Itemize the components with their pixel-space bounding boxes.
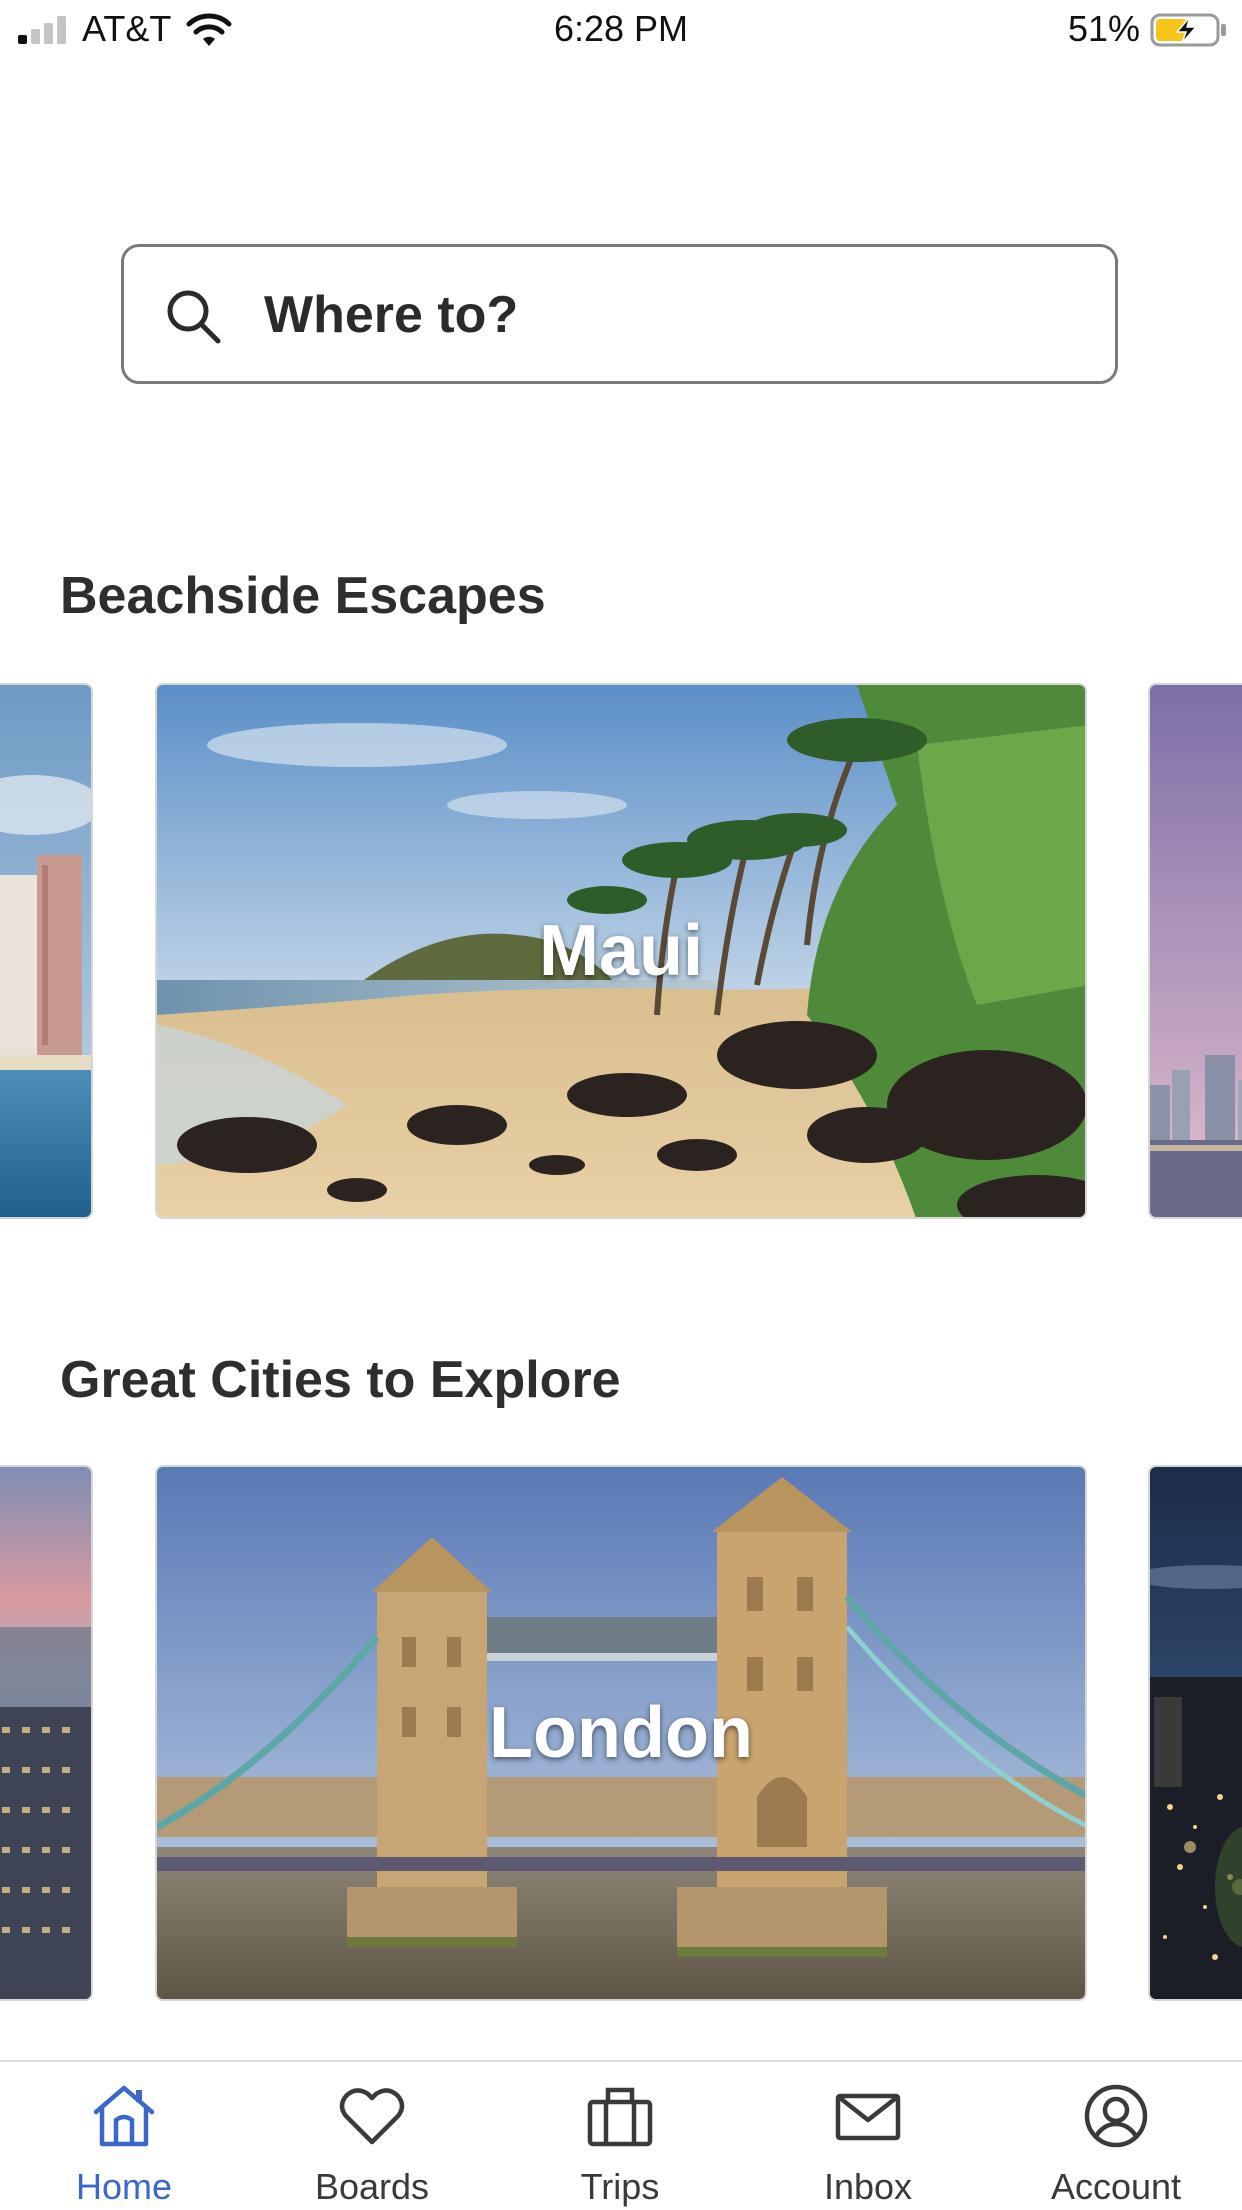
destination-card-maui[interactable]: Maui xyxy=(155,683,1087,1219)
tab-label-inbox: Inbox xyxy=(823,2166,913,2207)
battery-percentage: 51% xyxy=(1067,8,1140,49)
tab-inbox[interactable]: Inbox xyxy=(768,2080,968,2210)
search-input[interactable] xyxy=(264,277,1064,353)
skyscraper-city-image xyxy=(0,1467,91,1999)
destination-card-next[interactable] xyxy=(1148,683,1242,1219)
status-bar: AT&T 6:28 PM 51% xyxy=(0,0,1242,60)
section-title-great-cities: Great Cities to Explore xyxy=(60,1351,621,1409)
card-label-maui: Maui xyxy=(538,911,703,991)
city-dusk-image xyxy=(1150,685,1242,1217)
destination-card-previous-city[interactable] xyxy=(0,1465,93,2001)
tab-boards[interactable]: Boards xyxy=(272,2080,472,2210)
tab-label-boards: Boards xyxy=(314,2166,430,2207)
search-icon xyxy=(167,290,221,344)
battery-charging-icon xyxy=(1150,13,1226,47)
heart-icon xyxy=(339,2088,405,2145)
tab-account[interactable]: Account xyxy=(1016,2080,1216,2210)
destination-card-previous[interactable] xyxy=(0,683,93,1219)
clock: 6:28 PM xyxy=(553,8,689,49)
search-bar[interactable] xyxy=(121,244,1118,384)
tab-bar: Home Boards Trips Inbox Account xyxy=(0,2060,1242,2210)
night-city-image xyxy=(1150,1467,1242,1999)
card-label-london: London xyxy=(489,1693,753,1773)
destination-card-london[interactable]: London xyxy=(155,1465,1087,2001)
great-cities-carousel[interactable]: London xyxy=(0,1465,1242,2005)
beachside-escapes-carousel[interactable]: Maui xyxy=(0,683,1242,1223)
tab-trips[interactable]: Trips xyxy=(520,2080,720,2210)
envelope-icon xyxy=(835,2093,901,2141)
user-circle-icon xyxy=(1084,2084,1148,2148)
coastal-city-image xyxy=(0,685,91,1217)
section-title-beachside-escapes: Beachside Escapes xyxy=(60,567,546,625)
destination-card-next-city[interactable] xyxy=(1148,1465,1242,2001)
tab-label-account: Account xyxy=(1050,2166,1182,2207)
tab-label-home: Home xyxy=(75,2166,173,2207)
suitcase-icon xyxy=(587,2087,653,2147)
home-icon xyxy=(93,2085,155,2147)
tab-home[interactable]: Home xyxy=(24,2080,224,2210)
tab-label-trips: Trips xyxy=(580,2166,660,2207)
